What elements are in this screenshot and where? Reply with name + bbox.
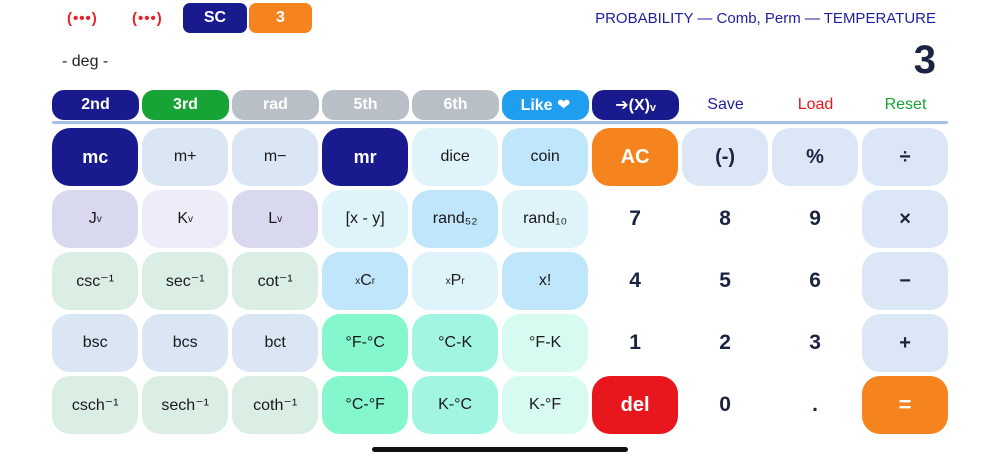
l-letter: L	[268, 210, 278, 227]
home-indicator[interactable]	[372, 447, 628, 452]
coin-key[interactable]: coin	[501, 128, 589, 186]
like-button[interactable]: Like ❤	[502, 90, 589, 120]
percent-key[interactable]: %	[771, 128, 859, 186]
memory-clear-key[interactable]: mc	[52, 128, 139, 186]
digit-8-key[interactable]: 8	[682, 190, 768, 248]
equals-key[interactable]: =	[861, 376, 949, 434]
all-clear-key[interactable]: AC	[591, 128, 679, 186]
k-letter: K	[177, 210, 189, 227]
decimal-point-key[interactable]: .	[772, 376, 858, 434]
digit-4-key[interactable]: 4	[592, 252, 678, 310]
add-key[interactable]: +	[861, 314, 949, 372]
arccsc-key[interactable]: csc⁻¹	[52, 252, 139, 310]
comb-r-subscript: r	[371, 275, 376, 287]
rad-button[interactable]: rad	[232, 90, 319, 120]
divider	[52, 121, 948, 124]
digit-0-key[interactable]: 0	[682, 376, 768, 434]
digit-1-key[interactable]: 1	[592, 314, 678, 372]
f-to-k-key[interactable]: °F-K	[501, 314, 589, 372]
memory-add-key[interactable]: m+	[141, 128, 229, 186]
perm-letter: P	[450, 272, 462, 289]
subtract-key[interactable]: −	[861, 252, 949, 310]
j-variable-key[interactable]: Jv	[52, 190, 139, 248]
delete-key[interactable]: del	[591, 376, 679, 434]
combination-key[interactable]: xCr	[321, 252, 409, 310]
negate-key[interactable]: (-)	[681, 128, 769, 186]
more-menu-left[interactable]: (•••)	[67, 10, 98, 27]
memory-recall-key[interactable]: mr	[321, 128, 409, 186]
dice-key[interactable]: dice	[411, 128, 499, 186]
keypad: mc m+ m− mr dice coin AC (-) % ÷ Jv Kv L…	[52, 128, 949, 438]
arccoth-key[interactable]: coth⁻¹	[231, 376, 319, 434]
rand10-key[interactable]: rand₁₀	[501, 190, 589, 248]
f-to-c-key[interactable]: °F-°C	[321, 314, 409, 372]
k-to-c-key[interactable]: K-°C	[411, 376, 499, 434]
arccsch-key[interactable]: csch⁻¹	[52, 376, 139, 434]
factorial-key[interactable]: x!	[501, 252, 589, 310]
bcs-key[interactable]: bcs	[141, 314, 229, 372]
digit-5-key[interactable]: 5	[682, 252, 768, 310]
digit-6-key[interactable]: 6	[772, 252, 858, 310]
store-variable-button[interactable]: ➔(X)ᵥ	[592, 90, 679, 120]
l-variable-key[interactable]: Lv	[231, 190, 319, 248]
mode-title: PROBABILITY — Comb, Perm — TEMPERATURE	[595, 10, 936, 27]
arccot-key[interactable]: cot⁻¹	[231, 252, 319, 310]
k-subscript: v	[188, 213, 194, 225]
rand52-key[interactable]: rand₅₂	[411, 190, 499, 248]
angle-mode-label: - deg -	[62, 53, 109, 70]
divide-key[interactable]: ÷	[861, 128, 949, 186]
permutation-key[interactable]: xPr	[411, 252, 499, 310]
digit-3-key[interactable]: 3	[772, 314, 858, 372]
range-key[interactable]: [x - y]	[321, 190, 409, 248]
perm-r-subscript: r	[461, 275, 465, 287]
load-button[interactable]: Load	[772, 94, 859, 116]
result-display: 3	[913, 38, 936, 82]
digit-2-key[interactable]: 2	[682, 314, 768, 372]
sixth-function-button[interactable]: 6th	[412, 90, 499, 120]
arcsec-key[interactable]: sec⁻¹	[141, 252, 229, 310]
memory-subtract-key[interactable]: m−	[231, 128, 319, 186]
j-subscript: v	[96, 213, 102, 225]
comb-letter: C	[360, 272, 372, 289]
arcsech-key[interactable]: sech⁻¹	[141, 376, 229, 434]
third-function-button[interactable]: 3rd	[142, 90, 229, 120]
multiply-key[interactable]: ×	[861, 190, 949, 248]
reset-button[interactable]: Reset	[862, 94, 949, 116]
digit-9-key[interactable]: 9	[772, 190, 858, 248]
k-variable-key[interactable]: Kv	[141, 190, 229, 248]
bsc-key[interactable]: bsc	[52, 314, 139, 372]
k-to-f-key[interactable]: K-°F	[501, 376, 589, 434]
c-to-f-key[interactable]: °C-°F	[321, 376, 409, 434]
digit-7-key[interactable]: 7	[592, 190, 678, 248]
history-count-badge[interactable]: 3	[249, 3, 312, 33]
second-function-button[interactable]: 2nd	[52, 90, 139, 120]
save-button[interactable]: Save	[682, 94, 769, 116]
c-to-k-key[interactable]: °C-K	[411, 314, 499, 372]
j-letter: J	[88, 210, 97, 227]
sc-button[interactable]: SC	[183, 3, 247, 33]
fifth-function-button[interactable]: 5th	[322, 90, 409, 120]
l-subscript: v	[277, 213, 283, 225]
bct-key[interactable]: bct	[231, 314, 319, 372]
more-menu-right[interactable]: (•••)	[132, 10, 163, 27]
